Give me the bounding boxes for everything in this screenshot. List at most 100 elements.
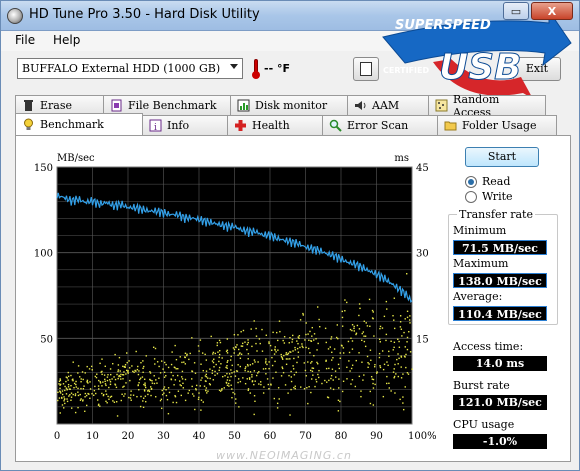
access-time-point (105, 384, 107, 387)
access-time-point (218, 356, 220, 359)
y-tick-right: 45 (416, 163, 429, 174)
file-benchmark-icon (111, 99, 122, 112)
access-time-point (367, 362, 369, 364)
access-time-point (121, 393, 123, 395)
tab-benchmark[interactable]: Benchmark (15, 113, 143, 135)
write-radio[interactable]: Write (465, 190, 513, 203)
benchmark-panel: MB/sec ms 50 100 150 15 30 45 0 10 20 30 40 50 60 70 80 9… (15, 135, 571, 462)
access-time-point (251, 380, 254, 382)
access-time-point (265, 367, 267, 370)
tab-info[interactable]: i Info (142, 115, 228, 135)
access-time-point (388, 355, 390, 357)
access-time-point (149, 378, 151, 381)
access-time-point (397, 338, 399, 341)
access-time-point (184, 352, 187, 355)
access-time-point (226, 352, 229, 354)
access-time-point (94, 375, 97, 378)
minimize-button[interactable]: ▭ (503, 2, 529, 20)
access-time-point (109, 368, 112, 370)
access-time-point (107, 374, 109, 376)
access-time-point (403, 331, 405, 334)
access-time-point (248, 377, 251, 379)
access-time-point (65, 380, 67, 383)
access-time-point (240, 353, 243, 355)
access-time-point (160, 398, 163, 401)
access-time-point (219, 349, 221, 352)
access-time-point (64, 389, 66, 392)
access-time-point (127, 371, 129, 373)
tab-row-bottom: Benchmark i Info Health Error Scan Folde… (15, 113, 557, 135)
access-time-point (150, 394, 152, 397)
access-time-point (308, 386, 310, 388)
access-time-point (266, 378, 269, 380)
tab-erase[interactable]: Erase (15, 95, 104, 115)
access-time-point (399, 321, 402, 323)
access-time-point (241, 345, 244, 347)
access-time-point (172, 401, 174, 404)
tab-file-benchmark[interactable]: File Benchmark (103, 95, 231, 115)
access-time-point (165, 363, 167, 366)
access-time-point (177, 390, 180, 392)
access-time-point (115, 401, 118, 403)
access-time-point (367, 366, 369, 369)
access-time-point (294, 385, 296, 387)
transfer-rate-title: Transfer rate (457, 208, 535, 221)
access-time-point (304, 339, 306, 341)
close-button[interactable]: X (531, 2, 573, 20)
access-time-point (227, 382, 230, 385)
drive-select[interactable]: BUFFALO External HDD (1000 GB) (17, 58, 243, 79)
access-time-point (307, 347, 310, 350)
access-time-point (267, 383, 270, 386)
access-time-point (73, 387, 75, 389)
access-time-point (181, 361, 183, 364)
access-time-point (91, 369, 93, 371)
access-time-point (316, 306, 319, 308)
menu-file[interactable]: File (15, 33, 35, 47)
access-time-point (119, 375, 122, 378)
write-radio-dot (465, 190, 477, 203)
access-time-point (369, 325, 371, 327)
tab-health[interactable]: Health (227, 115, 323, 135)
access-time-point (386, 361, 388, 363)
access-time-point (176, 374, 179, 377)
access-time-point (363, 320, 365, 323)
access-time-point (407, 373, 410, 375)
access-time-point (226, 379, 229, 381)
access-time-point (311, 326, 313, 329)
start-button[interactable]: Start (465, 147, 539, 167)
tab-aam[interactable]: AAM (347, 95, 429, 115)
tab-folder-usage[interactable]: Folder Usage (437, 115, 557, 135)
access-time-point (368, 363, 370, 365)
access-time-point (251, 374, 253, 376)
tab-random-access[interactable]: Random Access (428, 93, 546, 119)
access-time-point (122, 378, 124, 380)
access-time-point (294, 387, 296, 390)
access-time-point (181, 370, 184, 373)
tab-disk-monitor[interactable]: Disk monitor (230, 95, 348, 115)
tab-error-scan[interactable]: Error Scan (322, 115, 438, 135)
access-time-point (66, 377, 68, 379)
access-time-point (313, 355, 315, 357)
access-time-point (227, 376, 229, 378)
read-radio[interactable]: Read (465, 175, 510, 188)
access-time-point (253, 395, 256, 397)
access-time-point (233, 352, 235, 354)
access-time-point (369, 349, 372, 351)
access-time-point (75, 386, 78, 388)
x-tick: 30 (157, 431, 170, 442)
access-time-point (303, 387, 306, 390)
menu-help[interactable]: Help (53, 33, 80, 47)
access-time-point (161, 393, 164, 396)
access-time-point (167, 366, 170, 369)
access-time-point (383, 315, 386, 318)
access-time-point (251, 363, 254, 365)
access-time-point (221, 389, 223, 391)
access-time-point (281, 366, 283, 368)
access-time-point (89, 397, 91, 400)
logo-certified-text: CERTIFIED (383, 66, 429, 75)
access-time-point (298, 335, 301, 337)
access-time-point (195, 384, 198, 387)
access-time-point (358, 303, 361, 305)
access-time-point (344, 299, 346, 301)
access-time-point (289, 414, 291, 416)
